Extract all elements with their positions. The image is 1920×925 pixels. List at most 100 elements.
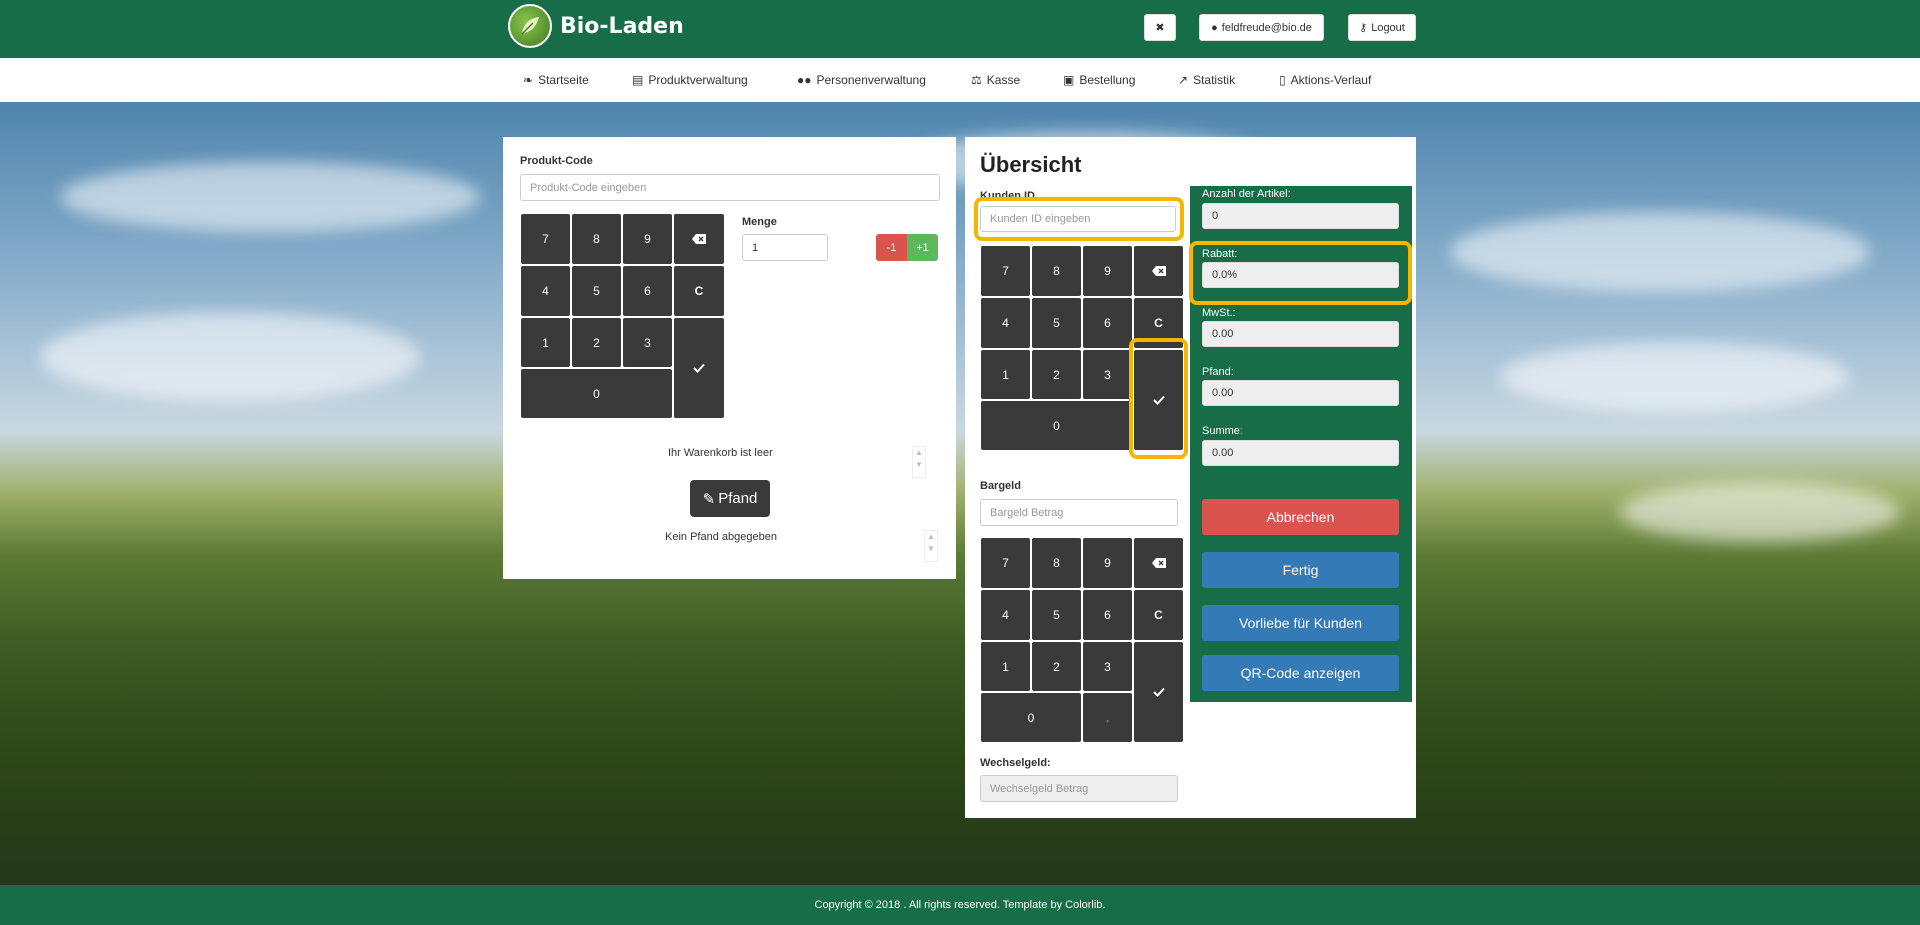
done-button[interactable]: Fertig: [1202, 552, 1399, 588]
cart-scrollbar[interactable]: ▲ ▼: [912, 446, 926, 478]
keypad-key-4[interactable]: 4: [521, 266, 570, 316]
brand[interactable]: Bio-Laden: [508, 4, 684, 48]
keypad-key-8[interactable]: 8: [572, 214, 621, 264]
customer-key-5[interactable]: 5: [1032, 298, 1081, 348]
customer-clear[interactable]: C: [1134, 298, 1183, 348]
customer-id-label: Kunden ID: [980, 190, 1035, 202]
cash-input[interactable]: Bargeld Betrag: [980, 499, 1178, 526]
scroll-down-icon: ▼: [915, 460, 923, 469]
customer-key-2[interactable]: 2: [1032, 350, 1081, 399]
user-circle-icon: ●: [1211, 21, 1218, 34]
deposit-button[interactable]: ✎ Pfand: [690, 480, 770, 517]
keypad-key-1[interactable]: 1: [521, 318, 570, 367]
cash-key-5[interactable]: 5: [1032, 590, 1081, 640]
cash-key-4[interactable]: 4: [981, 590, 1030, 640]
backspace-icon: [1151, 558, 1166, 568]
tools-icon: ✖: [1155, 22, 1165, 34]
cash-key-8[interactable]: 8: [1032, 538, 1081, 588]
nav-item-startseite[interactable]: ❧ Startseite: [523, 73, 589, 87]
footer: Copyright © 2018 . All rights reserved. …: [0, 885, 1920, 925]
keypad-key-3[interactable]: 3: [623, 318, 672, 367]
customer-key-8[interactable]: 8: [1032, 246, 1081, 296]
vat-field: 0.00: [1202, 321, 1399, 347]
change-label: Wechselgeld:: [980, 757, 1051, 769]
cancel-button[interactable]: Abbrechen: [1202, 499, 1399, 535]
customer-key-7[interactable]: 7: [981, 246, 1030, 296]
customer-preference-button[interactable]: Vorliebe für Kunden: [1202, 605, 1399, 641]
nav-label: Produktverwaltung: [648, 73, 748, 87]
deposit-scrollbar[interactable]: ▲ ▼: [924, 530, 938, 562]
tools-button[interactable]: ✖: [1144, 14, 1176, 41]
cash-label: Bargeld: [980, 480, 1021, 492]
deposit-sum-field: 0.00: [1202, 380, 1399, 406]
customer-key-9[interactable]: 9: [1083, 246, 1132, 296]
user-account-button[interactable]: ● feldfreude@bio.de: [1199, 14, 1324, 41]
top-header: Bio-Laden ✖ ● feldfreude@bio.de ⚷ Logout: [0, 0, 1920, 58]
cash-clear[interactable]: C: [1134, 590, 1183, 640]
customer-key-0[interactable]: 0: [981, 401, 1132, 450]
keypad-confirm[interactable]: [674, 318, 724, 418]
discount-field: 0.0%: [1202, 262, 1399, 288]
key-icon: ⚷: [1359, 22, 1368, 34]
scroll-up-icon: ▲: [915, 448, 923, 457]
product-code-label: Produkt-Code: [520, 155, 593, 167]
cash-key-7[interactable]: 7: [981, 538, 1030, 588]
clipboard-icon: ▯: [1279, 73, 1286, 87]
keypad-key-9[interactable]: 9: [623, 214, 672, 264]
cash-confirm[interactable]: [1134, 642, 1183, 742]
customer-key-4[interactable]: 4: [981, 298, 1030, 348]
cash-key-6[interactable]: 6: [1083, 590, 1132, 640]
customer-key-1[interactable]: 1: [981, 350, 1030, 399]
nav-item-personenverwaltung[interactable]: ●● Personenverwaltung: [797, 73, 926, 87]
quantity-increase-button[interactable]: +1: [907, 234, 938, 261]
check-icon: [693, 363, 705, 373]
total-field: 0.00: [1202, 440, 1399, 466]
footer-copyright: Copyright © 2018 . All rights reserved. …: [814, 899, 1106, 911]
product-code-input[interactable]: Produkt-Code eingeben: [520, 174, 940, 201]
leaf-icon: ❧: [523, 73, 534, 87]
quantity-input[interactable]: 1: [742, 234, 828, 261]
customer-confirm[interactable]: [1134, 350, 1183, 450]
quantity-label: Menge: [742, 216, 777, 228]
background-image: [0, 102, 1920, 885]
nav-item-aktions-verlauf[interactable]: ▯ Aktions-Verlauf: [1279, 73, 1371, 87]
cash-key-0[interactable]: 0: [981, 693, 1081, 742]
keypad-key-2[interactable]: 2: [572, 318, 621, 367]
keypad-key-7[interactable]: 7: [521, 214, 570, 264]
scroll-up-icon: ▲: [927, 532, 935, 541]
cash-key-3[interactable]: 3: [1083, 642, 1132, 691]
keypad-key-6[interactable]: 6: [623, 266, 672, 316]
user-email: feldfreude@bio.de: [1221, 21, 1312, 34]
keypad-backspace[interactable]: [674, 214, 724, 264]
discount-label: Rabatt:: [1202, 248, 1238, 260]
deposit-sum-label: Pfand:: [1202, 366, 1234, 378]
cash-key-dot[interactable]: .: [1083, 693, 1132, 742]
keypad-key-5[interactable]: 5: [572, 266, 621, 316]
nav-item-produktverwaltung[interactable]: ▤ Produktverwaltung: [632, 73, 748, 87]
cash-key-1[interactable]: 1: [981, 642, 1030, 691]
customer-key-6[interactable]: 6: [1083, 298, 1132, 348]
customer-key-3[interactable]: 3: [1083, 350, 1132, 399]
customer-backspace[interactable]: [1134, 246, 1183, 296]
items-count-label: Anzahl der Artikel:: [1202, 188, 1291, 200]
keypad-clear[interactable]: C: [674, 266, 724, 316]
users-icon: ●●: [797, 73, 812, 87]
cash-key-9[interactable]: 9: [1083, 538, 1132, 588]
logout-label: Logout: [1371, 21, 1405, 34]
nav-item-statistik[interactable]: ↗ Statistik: [1178, 73, 1235, 87]
cash-key-2[interactable]: 2: [1032, 642, 1081, 691]
nav-label: Startseite: [538, 73, 589, 87]
nav-item-bestellung[interactable]: ▣ Bestellung: [1063, 73, 1135, 87]
vat-label: MwSt.:: [1202, 307, 1236, 319]
show-qr-code-button[interactable]: QR-Code anzeigen: [1202, 655, 1399, 691]
cash-backspace[interactable]: [1134, 538, 1183, 588]
nav-label: Personenverwaltung: [816, 73, 926, 87]
deposit-button-label: Pfand: [718, 490, 758, 507]
keypad-key-0[interactable]: 0: [521, 369, 672, 418]
logout-button[interactable]: ⚷ Logout: [1348, 14, 1416, 41]
quantity-decrease-button[interactable]: -1: [876, 234, 907, 261]
customer-id-input[interactable]: Kunden ID eingeben: [980, 206, 1176, 232]
nav-item-kasse[interactable]: ⚖ Kasse: [971, 73, 1020, 87]
nav-label: Statistik: [1193, 73, 1236, 87]
change-output: Wechselgeld Betrag: [980, 775, 1178, 802]
